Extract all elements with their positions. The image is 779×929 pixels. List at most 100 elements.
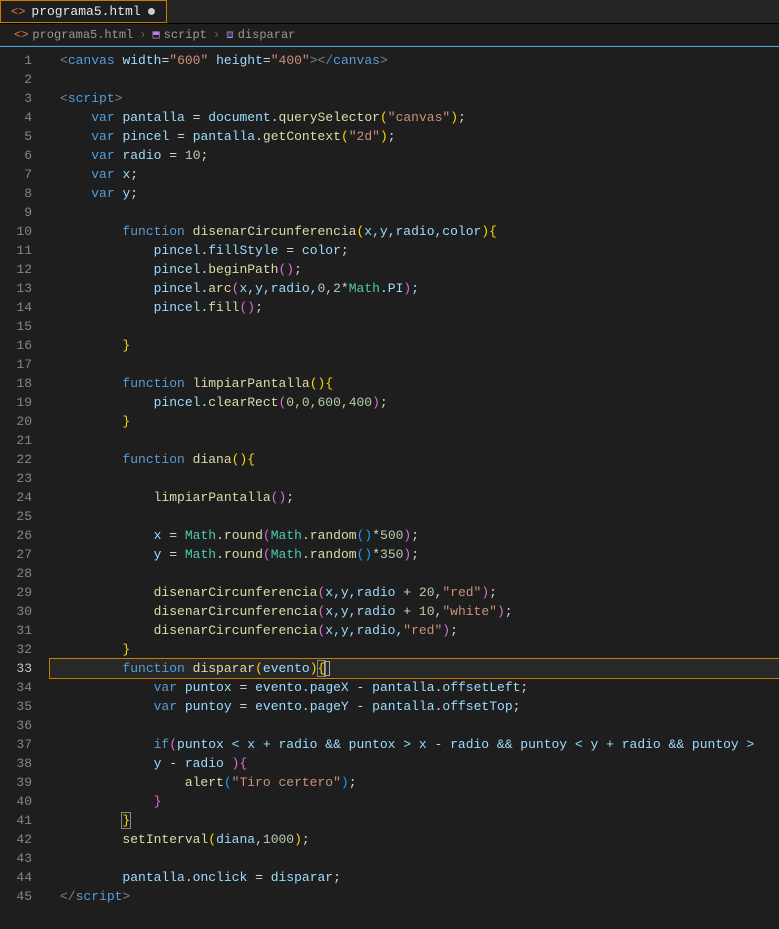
code-line[interactable]: y = Math.round(Math.random()*350); — [50, 545, 779, 564]
chevron-right-icon: › — [137, 28, 148, 42]
file-icon: <> — [14, 28, 28, 42]
code-line[interactable]: var puntoy = evento.pageY - pantalla.off… — [50, 697, 779, 716]
line-number: 31 — [0, 621, 32, 640]
code-line[interactable]: setInterval(diana,1000); — [50, 830, 779, 849]
line-number: 20 — [0, 412, 32, 431]
code-line[interactable]: pincel.beginPath(); — [50, 260, 779, 279]
code-line[interactable]: } — [50, 640, 779, 659]
line-number: 10 — [0, 222, 32, 241]
code-line[interactable] — [50, 70, 779, 89]
breadcrumb-segment[interactable]: disparar — [238, 28, 296, 42]
code-line[interactable]: disenarCircunferencia(x,y,radio,"red"); — [50, 621, 779, 640]
line-number: 7 — [0, 165, 32, 184]
line-number: 2 — [0, 70, 32, 89]
code-line[interactable]: var pantalla = document.querySelector("c… — [50, 108, 779, 127]
code-line[interactable]: pincel.arc(x,y,radio,0,2*Math.PI); — [50, 279, 779, 298]
line-number: 34 — [0, 678, 32, 697]
code-line[interactable]: pincel.fillStyle = color; — [50, 241, 779, 260]
code-line[interactable]: y - radio ){ — [50, 754, 779, 773]
line-number: 13 — [0, 279, 32, 298]
line-number: 24 — [0, 488, 32, 507]
code-line[interactable]: function diana(){ — [50, 450, 779, 469]
line-number: 16 — [0, 336, 32, 355]
code-line[interactable] — [50, 431, 779, 450]
line-number: 41 — [0, 811, 32, 830]
line-number: 3 — [0, 89, 32, 108]
line-number: 5 — [0, 127, 32, 146]
code-editor[interactable]: 1234567891011121314151617181920212223242… — [0, 46, 779, 929]
editor-tab[interactable]: <> programa5.html ● — [0, 0, 167, 23]
code-line[interactable]: } — [50, 412, 779, 431]
line-number: 12 — [0, 260, 32, 279]
line-number: 11 — [0, 241, 32, 260]
code-line[interactable] — [50, 507, 779, 526]
code-line[interactable]: <script> — [50, 89, 779, 108]
code-content[interactable]: <canvas width="600" height="400"></canva… — [50, 47, 779, 929]
line-number: 17 — [0, 355, 32, 374]
tab-bar: <> programa5.html ● — [0, 0, 779, 24]
code-line[interactable]: } — [50, 336, 779, 355]
code-line[interactable]: pantalla.onclick = disparar; — [50, 868, 779, 887]
line-number: 44 — [0, 868, 32, 887]
line-number: 1 — [0, 51, 32, 70]
code-line[interactable]: pincel.fill(); — [50, 298, 779, 317]
code-line[interactable]: var pincel = pantalla.getContext("2d"); — [50, 127, 779, 146]
line-number: 45 — [0, 887, 32, 906]
code-line[interactable] — [50, 203, 779, 222]
code-line[interactable]: pincel.clearRect(0,0,600,400); — [50, 393, 779, 412]
line-number-gutter: 1234567891011121314151617181920212223242… — [0, 47, 50, 929]
code-line[interactable]: </script> — [50, 887, 779, 906]
file-icon: <> — [11, 5, 25, 19]
breadcrumb-file[interactable]: programa5.html — [32, 28, 133, 42]
line-number: 38 — [0, 754, 32, 773]
code-line[interactable]: limpiarPantalla(); — [50, 488, 779, 507]
code-line[interactable]: var x; — [50, 165, 779, 184]
line-number: 39 — [0, 773, 32, 792]
line-number: 19 — [0, 393, 32, 412]
line-number: 36 — [0, 716, 32, 735]
breadcrumb[interactable]: <> programa5.html › ⬒ script › ⧈ dispara… — [0, 24, 779, 46]
symbol-icon: ⬒ — [152, 27, 159, 42]
code-line[interactable]: disenarCircunferencia(x,y,radio + 10,"wh… — [50, 602, 779, 621]
code-line[interactable]: function limpiarPantalla(){ — [50, 374, 779, 393]
line-number: 4 — [0, 108, 32, 127]
code-line[interactable]: disenarCircunferencia(x,y,radio + 20,"re… — [50, 583, 779, 602]
line-number: 22 — [0, 450, 32, 469]
code-line[interactable]: <canvas width="600" height="400"></canva… — [50, 51, 779, 70]
line-number: 29 — [0, 583, 32, 602]
line-number: 8 — [0, 184, 32, 203]
line-number: 21 — [0, 431, 32, 450]
line-number: 32 — [0, 640, 32, 659]
code-line[interactable]: var y; — [50, 184, 779, 203]
code-line[interactable] — [50, 355, 779, 374]
code-line[interactable]: var radio = 10; — [50, 146, 779, 165]
code-line[interactable]: x = Math.round(Math.random()*500); — [50, 526, 779, 545]
code-line[interactable] — [50, 317, 779, 336]
breadcrumb-segment[interactable]: script — [164, 28, 207, 42]
code-line[interactable] — [50, 564, 779, 583]
code-line-current[interactable]: function disparar(evento){ — [50, 659, 779, 678]
line-number: 40 — [0, 792, 32, 811]
dirty-indicator-icon: ● — [147, 4, 157, 20]
text-cursor — [324, 661, 330, 676]
code-line[interactable]: var puntox = evento.pageX - pantalla.off… — [50, 678, 779, 697]
line-number: 6 — [0, 146, 32, 165]
code-line[interactable] — [50, 716, 779, 735]
line-number: 28 — [0, 564, 32, 583]
code-line[interactable]: alert("Tiro certero"); — [50, 773, 779, 792]
line-number: 27 — [0, 545, 32, 564]
code-line[interactable]: function disenarCircunferencia(x,y,radio… — [50, 222, 779, 241]
code-line[interactable]: } — [50, 792, 779, 811]
line-number: 26 — [0, 526, 32, 545]
code-line[interactable] — [50, 849, 779, 868]
code-line[interactable] — [50, 469, 779, 488]
line-number: 33 — [0, 659, 32, 678]
line-number: 23 — [0, 469, 32, 488]
line-number: 15 — [0, 317, 32, 336]
code-line[interactable]: if(puntox < x + radio && puntox > x - ra… — [50, 735, 779, 754]
chevron-right-icon: › — [211, 28, 222, 42]
method-icon: ⧈ — [226, 28, 234, 42]
line-number: 25 — [0, 507, 32, 526]
code-line[interactable]: } — [50, 811, 779, 830]
line-number: 37 — [0, 735, 32, 754]
